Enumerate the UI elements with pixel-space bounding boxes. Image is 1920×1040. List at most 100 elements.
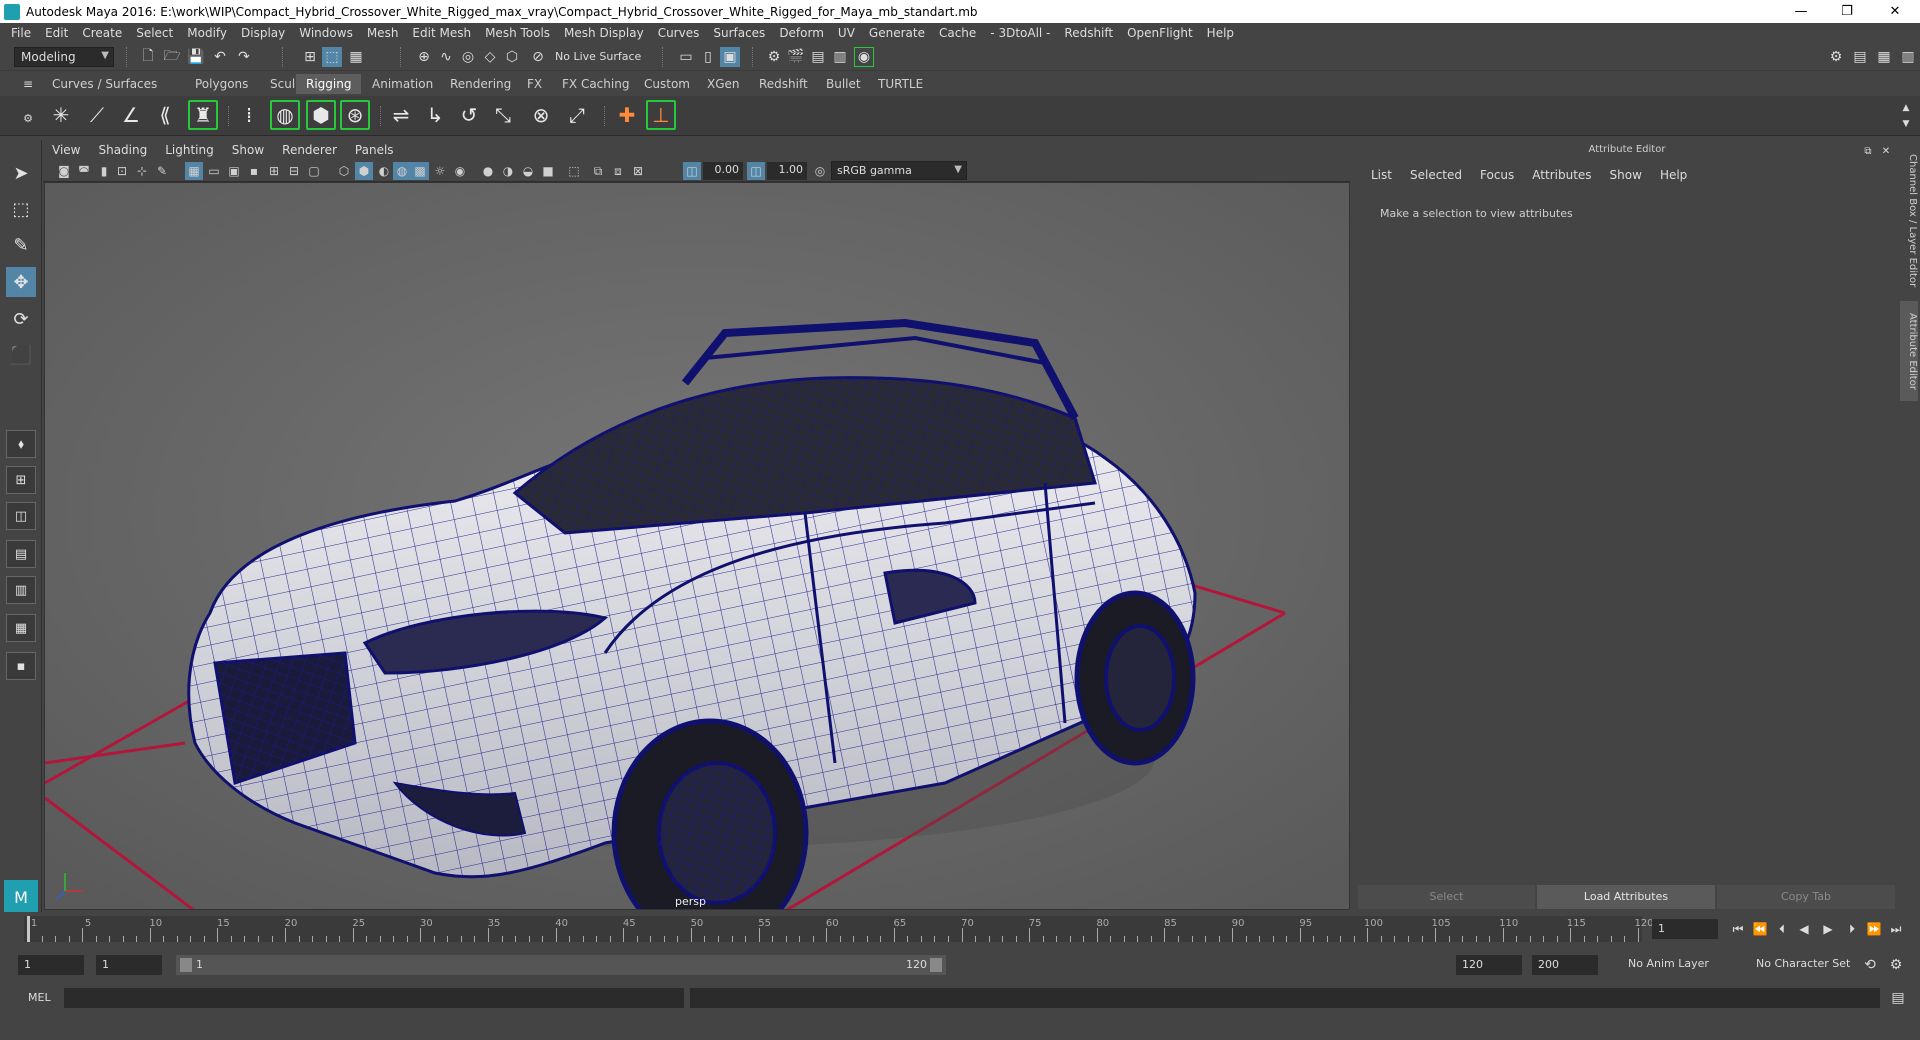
grid-toggle-icon[interactable]: ▦	[185, 162, 203, 180]
shelf-tab-curves-surfaces[interactable]: Curves / Surfaces	[42, 74, 167, 94]
step-back-key-icon[interactable]: ⏪	[1750, 919, 1770, 939]
attr-menu-show[interactable]: Show	[1601, 168, 1651, 182]
wireframe-shading-icon[interactable]: ⬡	[335, 162, 353, 180]
ipr-render-icon[interactable]: ▤	[808, 47, 828, 67]
menu-3dtoall[interactable]: - 3DtoAll -	[983, 26, 1057, 40]
menu-cache[interactable]: Cache	[932, 26, 983, 40]
select-component-icon[interactable]: ▦	[346, 47, 366, 67]
animation-preferences-icon[interactable]: ⚙	[1886, 955, 1906, 975]
maximize-button[interactable]: ❐	[1824, 0, 1870, 23]
image-plane-icon[interactable]: ⊡	[113, 162, 131, 180]
four-view-layout-icon[interactable]: ⊞	[6, 466, 36, 494]
construction-history-icon[interactable]: ▣	[720, 47, 740, 67]
lasso-tool-icon[interactable]: ⬚	[6, 194, 36, 224]
xray-icon[interactable]: ⧉	[589, 162, 607, 180]
playback-start-field[interactable]: 1	[96, 955, 162, 975]
uv-editor-layout-icon[interactable]: ▦	[6, 614, 36, 642]
safe-action-icon[interactable]: ⊟	[285, 162, 303, 180]
shelf-tab-rendering[interactable]: Rendering	[440, 74, 521, 94]
cluster-icon[interactable]: ↳	[420, 100, 450, 130]
workspace-icon[interactable]: ⚙	[1826, 47, 1846, 67]
playhead[interactable]	[27, 916, 30, 942]
insert-joint-icon[interactable]: ⟪	[150, 100, 180, 130]
viewport-menu-shading[interactable]: Shading	[89, 143, 156, 157]
select-button[interactable]: Select	[1358, 885, 1535, 909]
exposure-field[interactable]: 0.00	[703, 162, 743, 180]
skin-bind-icon[interactable]: ⁞	[234, 100, 264, 130]
tool-settings-toggle-icon[interactable]: ▦	[1874, 47, 1894, 67]
menu-file[interactable]: File	[4, 26, 38, 40]
rotate-tool-icon[interactable]: ⟳	[6, 304, 36, 334]
render-view-icon[interactable]: ▥	[830, 47, 850, 67]
perspective-viewport[interactable]: persp	[44, 182, 1350, 910]
gate-mask-icon[interactable]: ▪	[245, 162, 263, 180]
isolate-select-icon[interactable]: ⬚	[565, 162, 583, 180]
save-scene-icon[interactable]: 💾	[186, 47, 206, 67]
go-to-end-icon[interactable]: ⏭	[1886, 919, 1906, 939]
select-object-icon[interactable]: ⬚	[322, 47, 342, 67]
shelf-tab-custom[interactable]: Custom	[634, 74, 700, 94]
script-language-label[interactable]: MEL	[28, 991, 51, 1004]
menu-generate[interactable]: Generate	[862, 26, 932, 40]
shelf-tab-fx[interactable]: FX	[517, 74, 552, 94]
2d-pan-zoom-icon[interactable]: ⊹	[133, 162, 151, 180]
step-back-frame-icon[interactable]: ⏴	[1772, 919, 1792, 939]
output-ops-icon[interactable]: ▯	[698, 47, 718, 67]
viewport-menu-renderer[interactable]: Renderer	[273, 143, 346, 157]
channel-box-tab[interactable]: Channel Box / Layer Editor	[1900, 151, 1918, 291]
shelf-tab-rigging[interactable]: Rigging	[296, 74, 362, 94]
wireframe-on-shaded-icon[interactable]: ◍	[393, 162, 411, 180]
camera-select-icon[interactable]: ◙	[55, 162, 73, 180]
joint-tool-icon[interactable]: ✳	[46, 100, 76, 130]
play-backwards-icon[interactable]: ◀	[1794, 919, 1814, 939]
snap-surface-icon[interactable]: ⬡	[502, 47, 522, 67]
menu-create[interactable]: Create	[75, 26, 129, 40]
motion-blur-icon[interactable]: ◑	[499, 162, 517, 180]
field-chart-icon[interactable]: ⊞	[265, 162, 283, 180]
grease-pencil-icon[interactable]: ✎	[153, 162, 171, 180]
smooth-shading-icon[interactable]: ⬢	[355, 162, 373, 180]
bookmark-icon[interactable]: ▮	[95, 162, 113, 180]
render-frame-icon[interactable]: 🎬	[786, 47, 806, 67]
smooth-bind-icon[interactable]: ◍	[270, 100, 300, 130]
snap-point-icon[interactable]: ◎	[458, 47, 478, 67]
attribute-editor-tab[interactable]: Attribute Editor	[1900, 301, 1918, 401]
minimize-button[interactable]: —	[1778, 0, 1824, 23]
attr-menu-focus[interactable]: Focus	[1471, 168, 1523, 182]
sculpt-deformer-icon[interactable]: ⊗	[526, 100, 556, 130]
screen-space-ao-icon[interactable]: ●	[479, 162, 497, 180]
live-surface-icon[interactable]: ⊘	[528, 47, 548, 67]
bend-deformer-icon[interactable]: ↺	[454, 100, 484, 130]
paint-weights-icon[interactable]: ⬢	[306, 100, 336, 130]
render-settings-icon[interactable]: ⚙	[764, 47, 784, 67]
view-transform-dropdown[interactable]: sRGB gamma ▼	[831, 161, 967, 180]
character-set-dropdown[interactable]: No Character Set	[1750, 955, 1872, 975]
attr-menu-attributes[interactable]: Attributes	[1523, 168, 1600, 182]
new-scene-icon[interactable]: 🗋	[138, 47, 158, 67]
select-hierarchy-icon[interactable]: ⊞	[300, 47, 320, 67]
ik-spline-icon[interactable]: ∠	[116, 100, 146, 130]
load-attributes-button[interactable]: Load Attributes	[1537, 885, 1715, 909]
shelf-tab-xgen[interactable]: XGen	[697, 74, 750, 94]
select-tool-icon[interactable]: ➤	[6, 158, 36, 188]
close-button[interactable]: ✕	[1872, 0, 1918, 23]
viewport-menu-view[interactable]: View	[43, 143, 89, 157]
wrap-deformer-icon[interactable]: ⤢	[562, 100, 592, 130]
quick-rig-icon[interactable]: ♜	[188, 100, 218, 130]
attribute-editor-toggle-icon[interactable]: ▤	[1850, 47, 1870, 67]
playback-end-field[interactable]: 120	[1456, 955, 1522, 975]
camera-attributes-icon[interactable]: ◚	[75, 162, 93, 180]
anim-layer-dropdown[interactable]: No Anim Layer	[1622, 955, 1744, 975]
range-slider[interactable]: 1 120	[176, 955, 946, 975]
menu-display[interactable]: Display	[234, 26, 292, 40]
custom-layout-icon[interactable]: ▪	[6, 652, 36, 680]
interactive-bind-icon[interactable]: ⊛	[340, 100, 370, 130]
textured-icon[interactable]: ▩	[411, 162, 429, 180]
safe-title-icon[interactable]: ▢	[305, 162, 323, 180]
menu-select[interactable]: Select	[129, 26, 180, 40]
float-panel-icon[interactable]: ⧉	[1858, 141, 1878, 161]
move-tool-icon[interactable]: ✥	[6, 267, 36, 297]
menu-mesh-tools[interactable]: Mesh Tools	[478, 26, 557, 40]
close-panel-icon[interactable]: ✕	[1876, 141, 1896, 161]
mode-dropdown[interactable]: Modeling ▼	[14, 47, 114, 67]
